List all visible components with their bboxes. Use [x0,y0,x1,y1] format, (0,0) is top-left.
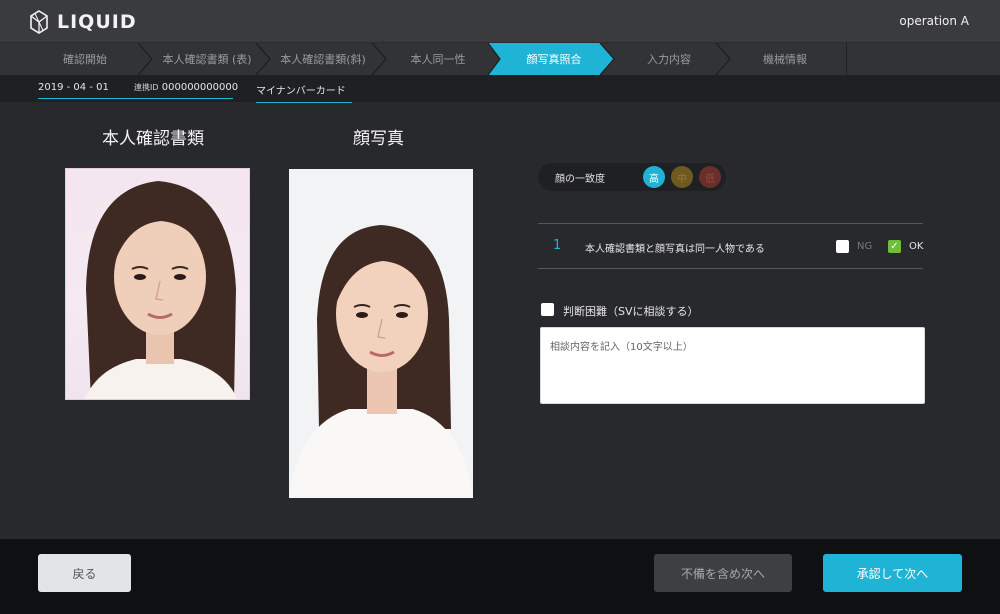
step-confirm-start[interactable]: 確認開始 [20,43,150,75]
checkmark-icon: ✓ [890,241,899,252]
ok-label: OK [909,241,924,252]
face-photo-title: 顔写真 [353,129,404,149]
date: 2019 - 04 - 01 [38,82,109,93]
step-face-match[interactable]: 顔写真照合 [496,43,612,75]
consult-textarea[interactable] [540,327,925,404]
top-header: LIQUID operation A [0,0,1000,43]
check-text: 本人確認書類と顔写真は同一人物である [585,244,765,255]
face-match-level: 顔の一致度 高 中 低 [538,163,726,191]
document-type: マイナンバーカード [256,82,352,103]
match-low-button[interactable]: 低 [699,166,721,188]
date-and-id: 2019 - 04 - 01 連携ID 000000000000 [38,82,238,99]
check-number: 1 [553,238,562,253]
id-portrait-illustration [84,181,238,399]
id-label: 連携ID [134,83,159,92]
ng-checkbox[interactable] [836,240,849,253]
id-document-photo [65,168,250,400]
difficult-label: 判断困難（SVに相談する） [563,305,699,318]
divider-top [538,223,923,224]
step-input-content[interactable]: 入力内容 [610,43,728,75]
id-doc-title: 本人確認書類 [102,129,204,149]
step-id-front[interactable]: 本人確認書類 (表) [148,43,266,75]
match-label: 顔の一致度 [555,174,605,185]
step-id-angle[interactable]: 本人確認書類(斜) [264,43,382,75]
footer-bar: 戻る 不備を含め次へ 承認して次へ [0,539,1000,614]
step-device-info[interactable]: 機械情報 [726,43,844,75]
face-portrait-illustration [289,225,473,498]
ng-label: NG [857,241,873,252]
face-photo [289,169,473,498]
info-bar: 2019 - 04 - 01 連携ID 000000000000 マイナンバーカ… [0,75,1000,103]
match-mid-button[interactable]: 中 [671,166,693,188]
divider-bottom [538,268,923,269]
ok-checkbox[interactable]: ✓ [888,240,901,253]
back-button[interactable]: 戻る [38,554,131,592]
difficult-checkbox[interactable] [541,303,554,316]
approve-next-button[interactable]: 承認して次へ [823,554,962,592]
steps-divider [846,43,847,75]
brand-name: LIQUID [57,11,137,33]
incomplete-next-button[interactable]: 不備を含め次へ [654,554,792,592]
step-navigation: 確認開始 本人確認書類 (表) 本人確認書類(斜) 本人同一性 顔写真照合 入力… [0,43,1000,75]
id-value: 000000000000 [161,82,239,93]
step-identity[interactable]: 本人同一性 [380,43,496,75]
operator-name: operation A [899,14,969,28]
match-high-button[interactable]: 高 [643,166,665,188]
liquid-logo-icon [30,10,48,34]
app-logo: LIQUID [30,9,137,35]
